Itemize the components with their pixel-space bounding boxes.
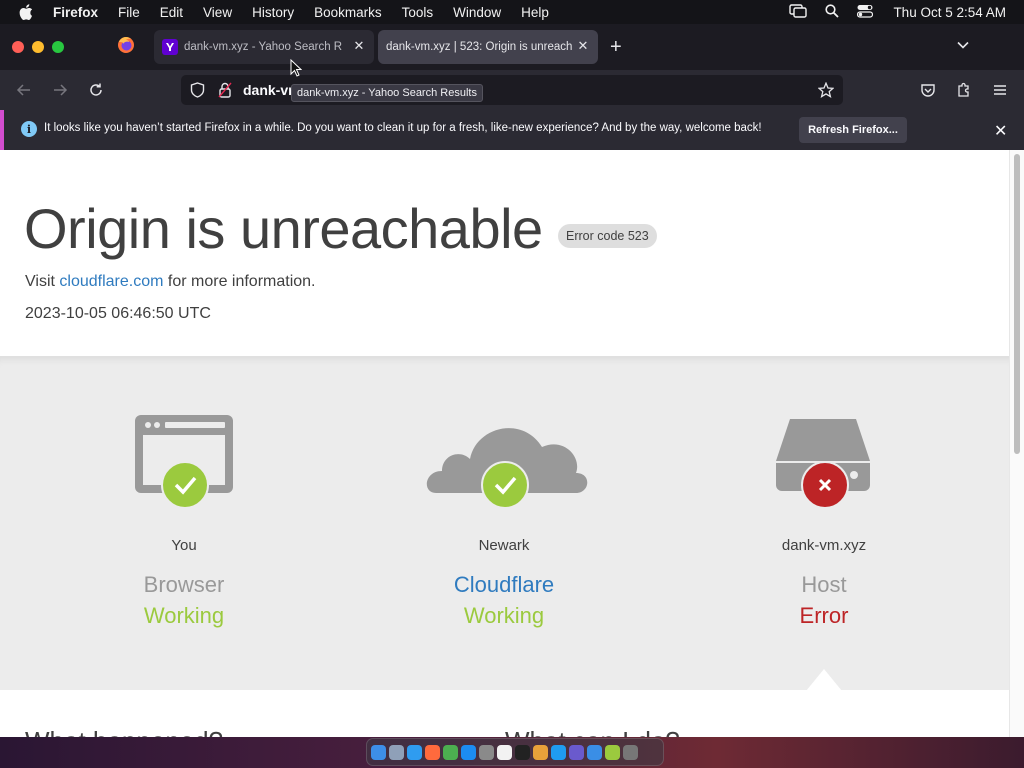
visit-suffix: for more information. xyxy=(167,273,316,290)
page-scrollbar[interactable] xyxy=(1009,150,1024,737)
status-name: Host xyxy=(801,572,847,597)
macos-menu-bar: Firefox File Edit View History Bookmarks… xyxy=(0,0,1024,24)
back-arrow-icon[interactable] xyxy=(14,80,34,100)
menu-edit[interactable]: Edit xyxy=(160,5,183,20)
error-x-icon xyxy=(801,461,849,509)
check-icon xyxy=(161,461,209,509)
what-can-i-do-heading: What can I do? xyxy=(505,726,680,737)
menu-tools[interactable]: Tools xyxy=(402,5,434,20)
status-state: Working xyxy=(143,603,225,628)
visual-studio-icon[interactable] xyxy=(569,744,584,760)
app-store-icon[interactable] xyxy=(461,744,476,760)
tab-strip: dank-vm.xyz - Yahoo Search R ✕ dank-vm.x… xyxy=(0,24,1024,70)
tab-yahoo-search[interactable]: dank-vm.xyz - Yahoo Search R ✕ xyxy=(154,30,374,64)
launchpad-icon[interactable] xyxy=(389,744,404,760)
tab-title: dank-vm.xyz | 523: Origin is unreach xyxy=(386,41,572,53)
status-location: You xyxy=(171,537,197,554)
navigation-toolbar: dank-vm dank-vm.xyz - Yahoo Search Resul… xyxy=(0,70,1024,110)
notification-message: It looks like you haven’t started Firefo… xyxy=(44,122,762,134)
page-title: Origin is unreachable xyxy=(24,197,543,260)
tab-origin-unreachable[interactable]: dank-vm.xyz | 523: Origin is unreach ✕ xyxy=(378,30,598,64)
terminal-icon[interactable] xyxy=(515,744,530,760)
cloudflare-link[interactable]: cloudflare.com xyxy=(59,273,163,290)
visit-line: Visit cloudflare.com for more informatio… xyxy=(25,273,316,291)
finder-icon[interactable] xyxy=(371,744,386,760)
textedit-icon[interactable] xyxy=(497,744,512,760)
menu-history[interactable]: History xyxy=(252,5,294,20)
address-bar[interactable]: dank-vm dank-vm.xyz - Yahoo Search Resul… xyxy=(181,75,843,105)
insecure-lock-icon[interactable] xyxy=(218,82,232,103)
bookmark-star-icon[interactable] xyxy=(817,81,835,103)
menu-file[interactable]: File xyxy=(118,5,140,20)
forward-arrow-icon[interactable] xyxy=(50,80,70,100)
control-center-icon[interactable] xyxy=(857,4,874,21)
mouse-pointer-icon xyxy=(290,58,303,82)
pocket-icon[interactable] xyxy=(918,80,938,100)
menu-window[interactable]: Window xyxy=(453,5,501,20)
macos-dock xyxy=(366,738,664,766)
error-timestamp: 2023-10-05 06:46:50 UTC xyxy=(25,305,211,322)
close-tab-icon[interactable]: ✕ xyxy=(352,38,366,53)
safari-icon[interactable] xyxy=(407,744,422,760)
status-state: Error xyxy=(799,603,849,628)
utility-app-icon[interactable] xyxy=(605,744,620,760)
apple-logo-icon[interactable] xyxy=(19,4,39,20)
menubar-clock[interactable]: Thu Oct 5 2:54 AM xyxy=(893,5,1006,20)
script-editor-icon[interactable] xyxy=(533,744,548,760)
menu-view[interactable]: View xyxy=(203,5,232,20)
system-settings-icon[interactable] xyxy=(479,744,494,760)
status-diagram: You Browser Working Newark Cloudflare Wo… xyxy=(0,356,1010,691)
error-header: Origin is unreachable Error code 523 Vis… xyxy=(0,150,1010,356)
reload-icon[interactable] xyxy=(86,80,106,100)
error-code-badge: Error code 523 xyxy=(558,224,657,248)
onedrive-icon[interactable] xyxy=(587,744,602,760)
refresh-firefox-notification: i It looks like you haven’t started Fire… xyxy=(0,110,1024,150)
details-section: What happened? What can I do? xyxy=(0,690,1010,737)
refresh-firefox-button[interactable]: Refresh Firefox... xyxy=(799,117,907,143)
window-minimize-button[interactable] xyxy=(32,41,44,53)
tracking-protection-shield-icon[interactable] xyxy=(190,82,205,103)
new-tab-button[interactable]: + xyxy=(610,37,622,57)
firefox-view-button[interactable] xyxy=(110,30,142,64)
chrome-icon[interactable] xyxy=(443,744,458,760)
menu-app-firefox[interactable]: Firefox xyxy=(53,5,98,20)
status-name: Browser xyxy=(143,572,225,597)
vscode-icon[interactable] xyxy=(551,744,566,760)
window-zoom-button[interactable] xyxy=(52,41,64,53)
check-icon xyxy=(481,461,529,509)
firefox-dock-icon[interactable] xyxy=(425,744,440,760)
spotlight-search-icon[interactable] xyxy=(825,3,840,21)
status-location: Newark xyxy=(478,537,530,554)
tab-title: dank-vm.xyz - Yahoo Search R xyxy=(184,41,343,53)
tab-tooltip: dank-vm.xyz - Yahoo Search Results xyxy=(291,84,483,102)
firefox-logo-icon xyxy=(117,36,135,59)
extensions-puzzle-icon[interactable] xyxy=(954,80,974,100)
close-notification-icon[interactable]: ✕ xyxy=(994,121,1007,141)
page-content: Origin is unreachable Error code 523 Vis… xyxy=(0,150,1024,737)
close-tab-icon[interactable]: ✕ xyxy=(576,38,590,53)
status-name: Cloudflare xyxy=(453,572,555,597)
menu-bookmarks[interactable]: Bookmarks xyxy=(314,5,382,20)
scrollbar-thumb[interactable] xyxy=(1014,154,1020,454)
visit-prefix: Visit xyxy=(25,273,55,290)
status-location: dank-vm.xyz xyxy=(781,537,867,554)
yahoo-icon xyxy=(162,39,178,55)
what-happened-heading: What happened? xyxy=(25,726,223,737)
menu-help[interactable]: Help xyxy=(521,5,549,20)
list-all-tabs-chevron-icon[interactable] xyxy=(956,38,970,57)
status-state: Working xyxy=(463,603,545,628)
screen-mirroring-icon[interactable] xyxy=(789,3,808,21)
selected-column-notch xyxy=(806,669,842,691)
hamburger-menu-icon[interactable] xyxy=(990,80,1010,100)
info-icon: i xyxy=(21,121,37,137)
window-close-button[interactable] xyxy=(12,41,24,53)
trash-icon[interactable] xyxy=(623,744,638,760)
